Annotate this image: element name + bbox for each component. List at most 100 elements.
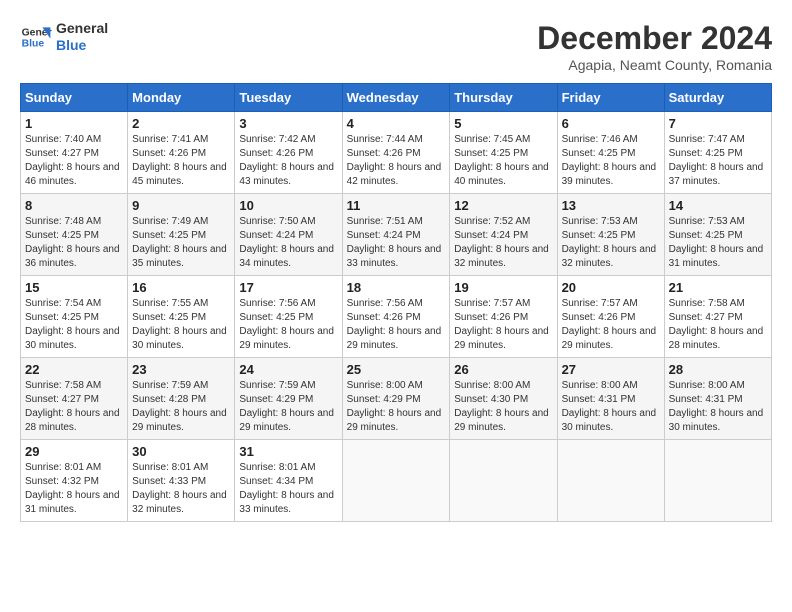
day-info: Sunrise: 7:51 AM Sunset: 4:24 PM Dayligh…: [347, 215, 446, 271]
day-info: Sunrise: 7:54 AM Sunset: 4:25 PM Dayligh…: [25, 297, 123, 353]
day-info: Sunrise: 8:00 AM Sunset: 4:31 PM Dayligh…: [562, 379, 660, 435]
calendar-body: 1 Sunrise: 7:40 AM Sunset: 4:27 PM Daylig…: [21, 112, 772, 522]
calendar-day-cell: 28Sunrise: 8:00 AM Sunset: 4:31 PM Dayli…: [664, 358, 771, 440]
weekday-header-cell: Tuesday: [235, 84, 342, 112]
day-number: 5: [454, 116, 552, 131]
calendar-day-cell: 13 Sunrise: 7:53 AM Sunset: 4:25 PM Dayli…: [557, 194, 664, 276]
title-section: December 2024 Agapia, Neamt County, Roma…: [537, 20, 772, 73]
day-number: 10: [239, 198, 337, 213]
day-info: Sunrise: 7:52 AM Sunset: 4:24 PM Dayligh…: [454, 215, 552, 271]
day-info: Sunrise: 7:59 AM Sunset: 4:28 PM Dayligh…: [132, 379, 230, 435]
weekday-header-cell: Wednesday: [342, 84, 450, 112]
day-number: 6: [562, 116, 660, 131]
day-number: 17: [239, 280, 337, 295]
location-subtitle: Agapia, Neamt County, Romania: [537, 57, 772, 73]
day-info: Sunrise: 8:00 AM Sunset: 4:29 PM Dayligh…: [347, 379, 446, 435]
day-number: 20: [562, 280, 660, 295]
calendar-day-cell: 18Sunrise: 7:56 AM Sunset: 4:26 PM Dayli…: [342, 276, 450, 358]
day-number: 3: [239, 116, 337, 131]
month-year-title: December 2024: [537, 20, 772, 57]
calendar-day-cell: 4 Sunrise: 7:44 AM Sunset: 4:26 PM Daylig…: [342, 112, 450, 194]
day-number: 26: [454, 362, 552, 377]
day-info: Sunrise: 7:40 AM Sunset: 4:27 PM Dayligh…: [25, 133, 123, 189]
day-info: Sunrise: 8:01 AM Sunset: 4:32 PM Dayligh…: [25, 461, 123, 517]
day-info: Sunrise: 7:47 AM Sunset: 4:25 PM Dayligh…: [669, 133, 767, 189]
calendar-day-cell: 21 Sunrise: 7:58 AM Sunset: 4:27 PM Dayli…: [664, 276, 771, 358]
calendar-day-cell: 1 Sunrise: 7:40 AM Sunset: 4:27 PM Daylig…: [21, 112, 128, 194]
calendar-day-cell: 14 Sunrise: 7:53 AM Sunset: 4:25 PM Dayli…: [664, 194, 771, 276]
calendar-table: SundayMondayTuesdayWednesdayThursdayFrid…: [20, 83, 772, 522]
logo: General Blue General Blue: [20, 20, 108, 54]
day-info: Sunrise: 7:58 AM Sunset: 4:27 PM Dayligh…: [669, 297, 767, 353]
day-info: Sunrise: 7:53 AM Sunset: 4:25 PM Dayligh…: [669, 215, 767, 271]
day-number: 1: [25, 116, 123, 131]
calendar-day-cell: 27 Sunrise: 8:00 AM Sunset: 4:31 PM Dayli…: [557, 358, 664, 440]
logo-text: General Blue: [56, 20, 108, 54]
day-number: 30: [132, 444, 230, 459]
day-info: Sunrise: 7:53 AM Sunset: 4:25 PM Dayligh…: [562, 215, 660, 271]
day-number: 4: [347, 116, 446, 131]
day-number: 11: [347, 198, 446, 213]
day-info: Sunrise: 7:58 AM Sunset: 4:27 PM Dayligh…: [25, 379, 123, 435]
day-number: 25: [347, 362, 446, 377]
day-info: Sunrise: 7:50 AM Sunset: 4:24 PM Dayligh…: [239, 215, 337, 271]
day-number: 27: [562, 362, 660, 377]
calendar-week-row: 29 Sunrise: 8:01 AM Sunset: 4:32 PM Dayli…: [21, 440, 772, 522]
day-number: 12: [454, 198, 552, 213]
calendar-day-cell: 31 Sunrise: 8:01 AM Sunset: 4:34 PM Dayli…: [235, 440, 342, 522]
calendar-day-cell: 19 Sunrise: 7:57 AM Sunset: 4:26 PM Dayli…: [450, 276, 557, 358]
calendar-day-cell: [450, 440, 557, 522]
calendar-day-cell: 17 Sunrise: 7:56 AM Sunset: 4:25 PM Dayli…: [235, 276, 342, 358]
day-number: 28: [669, 362, 767, 377]
day-info: Sunrise: 7:55 AM Sunset: 4:25 PM Dayligh…: [132, 297, 230, 353]
day-info: Sunrise: 8:00 AM Sunset: 4:30 PM Dayligh…: [454, 379, 552, 435]
day-number: 29: [25, 444, 123, 459]
calendar-day-cell: 22 Sunrise: 7:58 AM Sunset: 4:27 PM Dayli…: [21, 358, 128, 440]
calendar-day-cell: 23Sunrise: 7:59 AM Sunset: 4:28 PM Dayli…: [128, 358, 235, 440]
day-number: 15: [25, 280, 123, 295]
calendar-day-cell: 30 Sunrise: 8:01 AM Sunset: 4:33 PM Dayli…: [128, 440, 235, 522]
day-info: Sunrise: 7:44 AM Sunset: 4:26 PM Dayligh…: [347, 133, 446, 189]
day-info: Sunrise: 7:59 AM Sunset: 4:29 PM Dayligh…: [239, 379, 337, 435]
calendar-day-cell: 25 Sunrise: 8:00 AM Sunset: 4:29 PM Dayli…: [342, 358, 450, 440]
calendar-day-cell: 3 Sunrise: 7:42 AM Sunset: 4:26 PM Daylig…: [235, 112, 342, 194]
day-number: 22: [25, 362, 123, 377]
day-number: 24: [239, 362, 337, 377]
day-number: 21: [669, 280, 767, 295]
day-number: 14: [669, 198, 767, 213]
day-number: 19: [454, 280, 552, 295]
svg-text:Blue: Blue: [22, 38, 45, 49]
day-number: 8: [25, 198, 123, 213]
logo-icon: General Blue: [20, 21, 52, 53]
calendar-day-cell: 24 Sunrise: 7:59 AM Sunset: 4:29 PM Dayli…: [235, 358, 342, 440]
day-info: Sunrise: 7:56 AM Sunset: 4:25 PM Dayligh…: [239, 297, 337, 353]
weekday-header-cell: Saturday: [664, 84, 771, 112]
calendar-day-cell: 9 Sunrise: 7:49 AM Sunset: 4:25 PM Daylig…: [128, 194, 235, 276]
calendar-day-cell: 20Sunrise: 7:57 AM Sunset: 4:26 PM Dayli…: [557, 276, 664, 358]
calendar-day-cell: 5 Sunrise: 7:45 AM Sunset: 4:25 PM Daylig…: [450, 112, 557, 194]
day-info: Sunrise: 7:45 AM Sunset: 4:25 PM Dayligh…: [454, 133, 552, 189]
calendar-day-cell: [342, 440, 450, 522]
calendar-day-cell: 16 Sunrise: 7:55 AM Sunset: 4:25 PM Dayli…: [128, 276, 235, 358]
calendar-day-cell: [664, 440, 771, 522]
weekday-header-cell: Sunday: [21, 84, 128, 112]
calendar-day-cell: 7Sunrise: 7:47 AM Sunset: 4:25 PM Daylig…: [664, 112, 771, 194]
day-info: Sunrise: 7:49 AM Sunset: 4:25 PM Dayligh…: [132, 215, 230, 271]
calendar-week-row: 15 Sunrise: 7:54 AM Sunset: 4:25 PM Dayli…: [21, 276, 772, 358]
day-info: Sunrise: 7:42 AM Sunset: 4:26 PM Dayligh…: [239, 133, 337, 189]
calendar-day-cell: 26 Sunrise: 8:00 AM Sunset: 4:30 PM Dayli…: [450, 358, 557, 440]
day-info: Sunrise: 7:56 AM Sunset: 4:26 PM Dayligh…: [347, 297, 446, 353]
day-info: Sunrise: 8:01 AM Sunset: 4:34 PM Dayligh…: [239, 461, 337, 517]
day-number: 16: [132, 280, 230, 295]
calendar-day-cell: 15 Sunrise: 7:54 AM Sunset: 4:25 PM Dayli…: [21, 276, 128, 358]
calendar-week-row: 22 Sunrise: 7:58 AM Sunset: 4:27 PM Dayli…: [21, 358, 772, 440]
day-number: 9: [132, 198, 230, 213]
day-info: Sunrise: 8:01 AM Sunset: 4:33 PM Dayligh…: [132, 461, 230, 517]
day-number: 31: [239, 444, 337, 459]
calendar-week-row: 8Sunrise: 7:48 AM Sunset: 4:25 PM Daylig…: [21, 194, 772, 276]
calendar-day-cell: 12 Sunrise: 7:52 AM Sunset: 4:24 PM Dayli…: [450, 194, 557, 276]
page-header: General Blue General Blue December 2024 …: [20, 20, 772, 73]
day-info: Sunrise: 7:57 AM Sunset: 4:26 PM Dayligh…: [454, 297, 552, 353]
calendar-day-cell: 2Sunrise: 7:41 AM Sunset: 4:26 PM Daylig…: [128, 112, 235, 194]
day-number: 13: [562, 198, 660, 213]
